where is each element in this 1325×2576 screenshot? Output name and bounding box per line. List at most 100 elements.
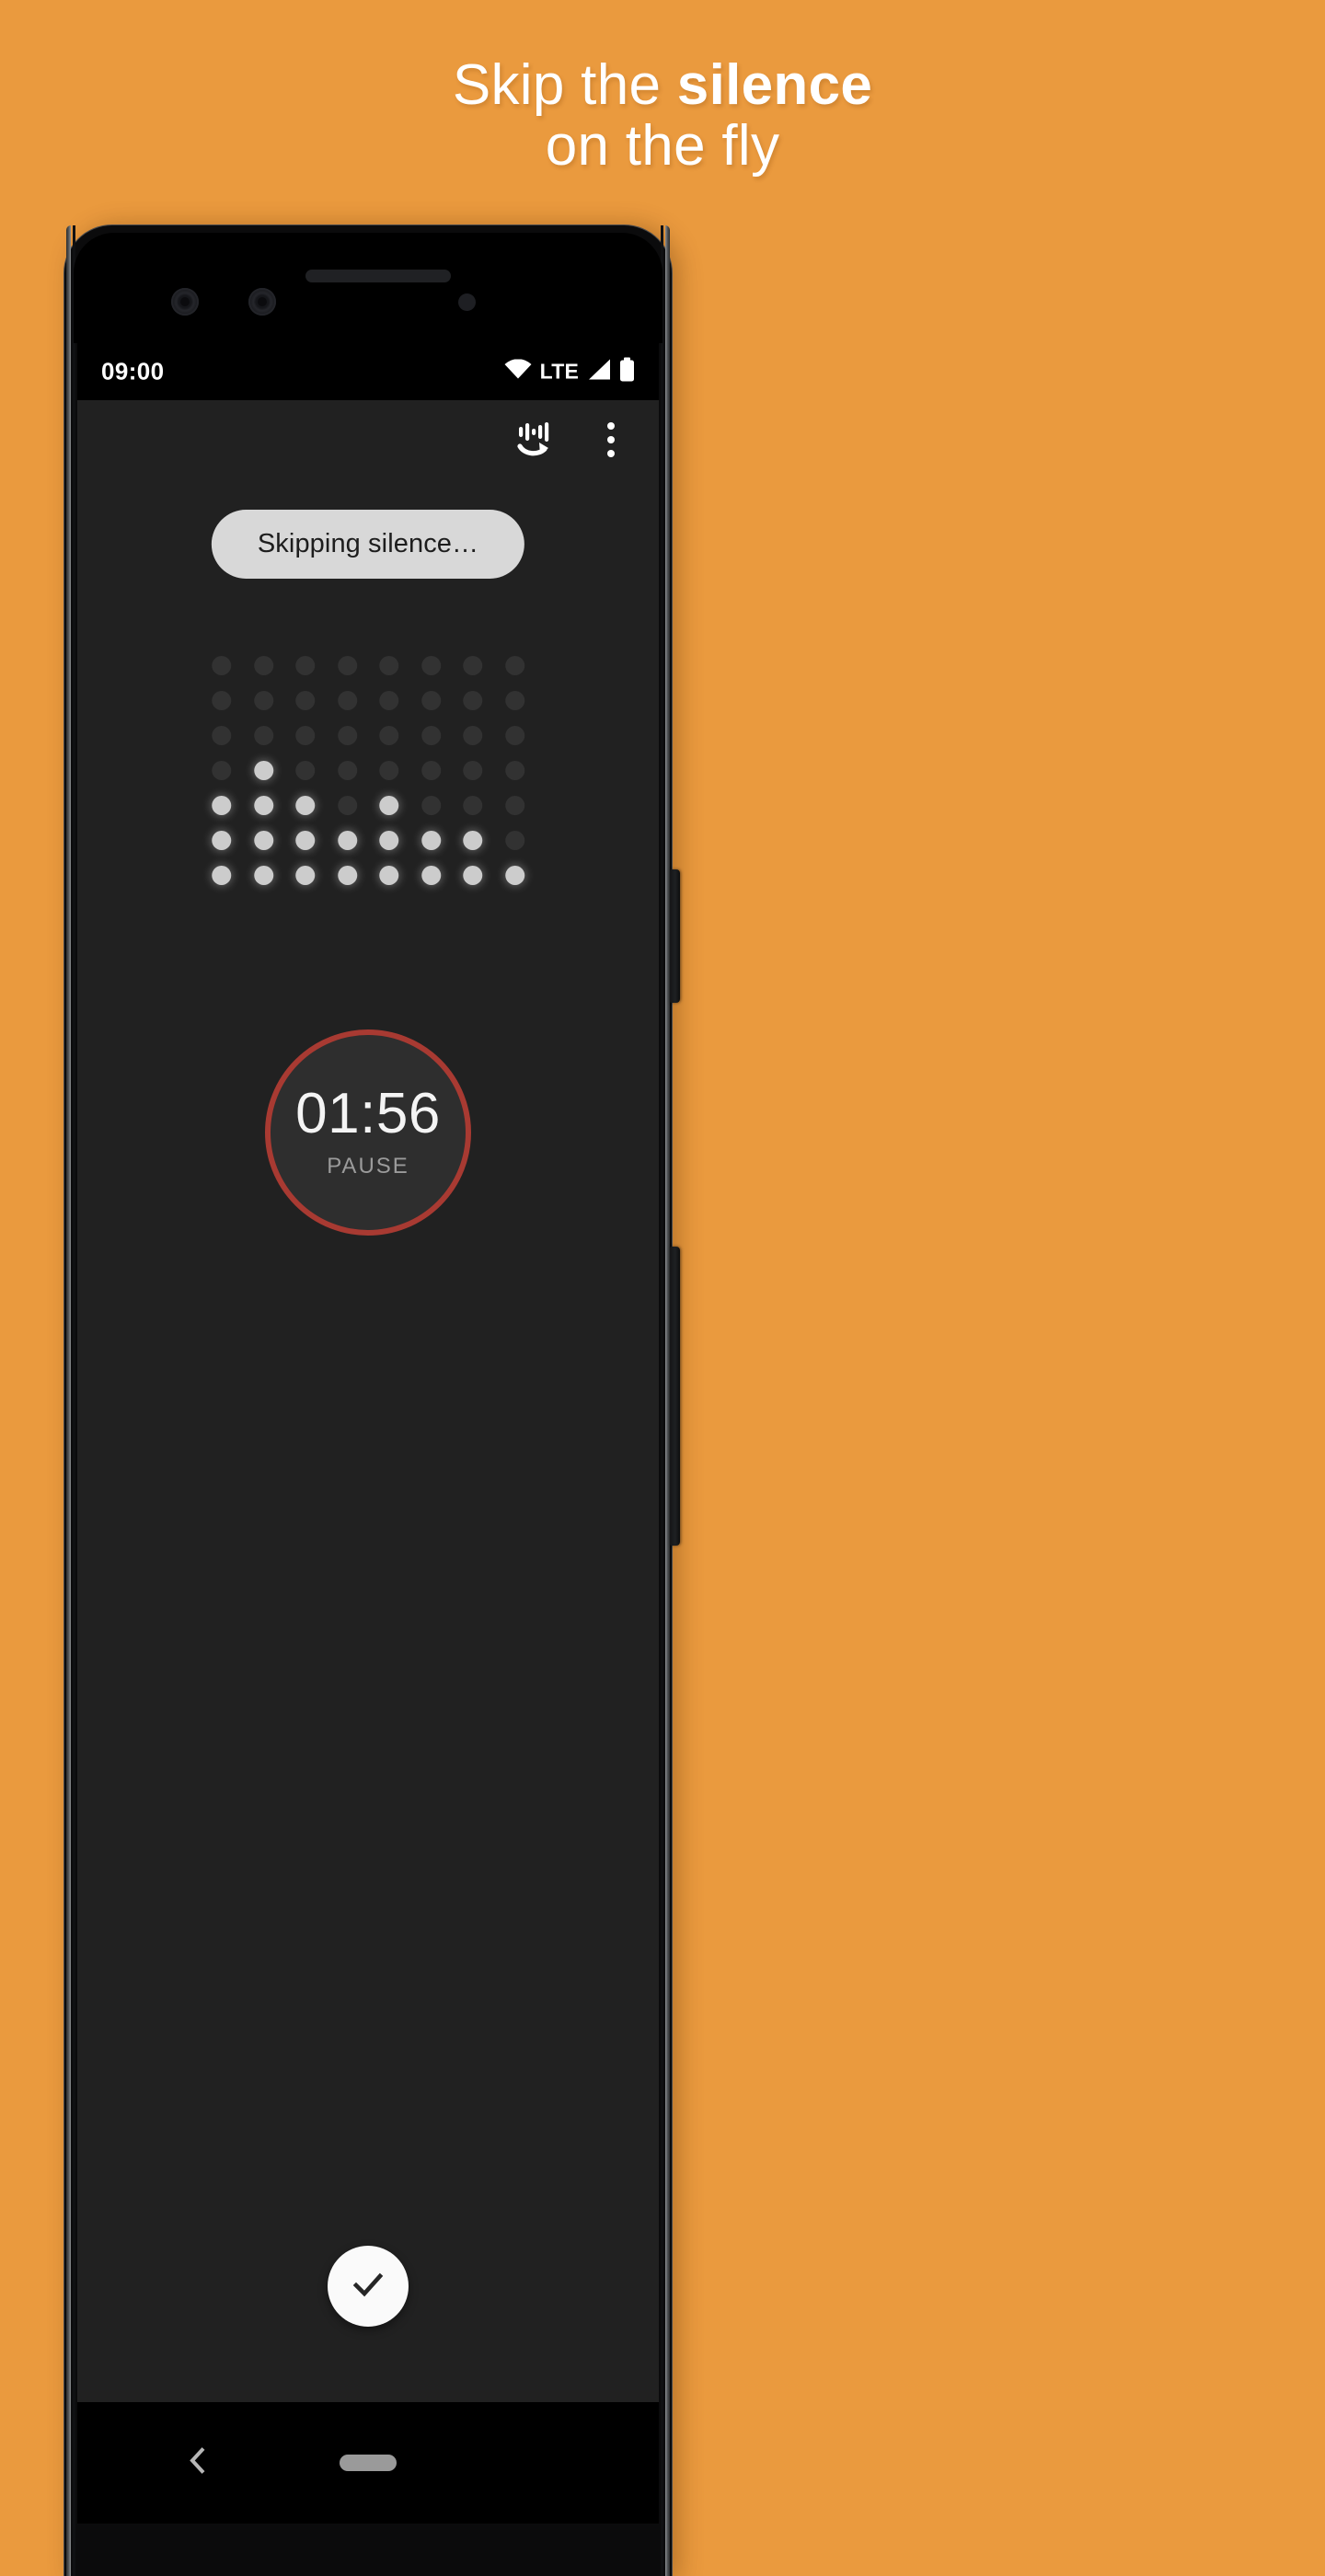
visualizer-dot bbox=[212, 691, 232, 710]
visualizer-dot bbox=[379, 831, 399, 850]
audio-level-visualizer bbox=[212, 656, 524, 885]
record-timer-button[interactable]: 01:56 PAUSE bbox=[265, 1029, 471, 1236]
visualizer-dot bbox=[463, 796, 483, 815]
home-pill-icon[interactable] bbox=[340, 2455, 397, 2471]
visualizer-dot bbox=[253, 866, 273, 885]
visualizer-dot bbox=[337, 656, 357, 675]
phone-top-bezel bbox=[74, 233, 662, 343]
earpiece-speaker bbox=[305, 270, 451, 282]
visualizer-dot bbox=[295, 796, 316, 815]
visualizer-dot bbox=[212, 866, 232, 885]
visualizer-dot bbox=[379, 656, 399, 675]
visualizer-dot bbox=[379, 761, 399, 780]
visualizer-column bbox=[253, 656, 273, 885]
visualizer-dot bbox=[463, 726, 483, 745]
visualizer-dot bbox=[504, 656, 524, 675]
headline-line-1: Skip the silence bbox=[0, 53, 1325, 117]
visualizer-dot bbox=[504, 796, 524, 815]
volume-button[interactable] bbox=[670, 1247, 680, 1546]
visualizer-dot bbox=[504, 866, 524, 885]
visualizer-dot bbox=[337, 726, 357, 745]
phone-frame-left-edge bbox=[66, 225, 71, 2576]
visualizer-dot bbox=[421, 691, 441, 710]
status-chip: Skipping silence… bbox=[211, 510, 525, 579]
phone-screen: 09:00 LTE Skipping silence… 01:56 PAUSE bbox=[77, 343, 659, 2524]
visualizer-dot bbox=[504, 691, 524, 710]
visualizer-dot bbox=[504, 831, 524, 850]
visualizer-dot bbox=[379, 726, 399, 745]
visualizer-dot bbox=[463, 691, 483, 710]
visualizer-dot bbox=[253, 831, 273, 850]
wifi-icon bbox=[504, 359, 532, 385]
phone-frame-inner-right bbox=[661, 225, 663, 2576]
visualizer-column bbox=[421, 656, 441, 885]
proximity-sensor-icon bbox=[458, 293, 476, 311]
status-bar-icons: LTE bbox=[504, 357, 635, 386]
status-bar-clock: 09:00 bbox=[101, 357, 165, 385]
visualizer-dot bbox=[421, 656, 441, 675]
visualizer-dot bbox=[212, 796, 232, 815]
visualizer-dot bbox=[463, 831, 483, 850]
visualizer-dot bbox=[295, 831, 316, 850]
visualizer-dot bbox=[295, 866, 316, 885]
visualizer-dot bbox=[295, 691, 316, 710]
visualizer-dot bbox=[463, 866, 483, 885]
visualizer-dot bbox=[253, 691, 273, 710]
visualizer-dot bbox=[379, 796, 399, 815]
visualizer-dot bbox=[337, 866, 357, 885]
phone-mockup: 09:00 LTE Skipping silence… 01:56 PAUSE bbox=[64, 225, 680, 2576]
visualizer-dot bbox=[421, 796, 441, 815]
recorder-app-screen: Skipping silence… 01:56 PAUSE bbox=[77, 400, 659, 2402]
visualizer-column bbox=[295, 656, 316, 885]
front-camera-secondary-icon bbox=[248, 288, 276, 316]
network-type-label: LTE bbox=[539, 359, 579, 384]
power-button[interactable] bbox=[670, 869, 680, 1003]
visualizer-dot bbox=[337, 761, 357, 780]
visualizer-dot bbox=[212, 831, 232, 850]
status-bar: 09:00 LTE bbox=[77, 343, 659, 400]
visualizer-dot bbox=[253, 656, 273, 675]
check-icon bbox=[349, 2265, 387, 2308]
visualizer-dot bbox=[463, 761, 483, 780]
visualizer-dot bbox=[337, 831, 357, 850]
visualizer-dot bbox=[504, 726, 524, 745]
headline-text-plain: Skip the bbox=[452, 53, 677, 117]
visualizer-dot bbox=[504, 761, 524, 780]
visualizer-column bbox=[212, 656, 232, 885]
app-toolbar bbox=[77, 400, 659, 479]
confirm-recording-button[interactable] bbox=[328, 2246, 409, 2327]
android-nav-bar bbox=[77, 2402, 659, 2524]
visualizer-dot bbox=[295, 656, 316, 675]
visualizer-dot bbox=[421, 866, 441, 885]
visualizer-dot bbox=[421, 831, 441, 850]
overflow-menu-icon[interactable] bbox=[585, 414, 637, 466]
visualizer-dot bbox=[212, 761, 232, 780]
visualizer-dot bbox=[337, 796, 357, 815]
back-chevron-icon[interactable] bbox=[186, 2445, 210, 2481]
elapsed-time: 01:56 bbox=[295, 1082, 441, 1145]
timer-action-label: PAUSE bbox=[327, 1154, 409, 1179]
promo-headline: Skip the silence on the fly bbox=[0, 53, 1325, 178]
visualizer-dot bbox=[337, 691, 357, 710]
visualizer-column bbox=[504, 656, 524, 885]
visualizer-dot bbox=[421, 761, 441, 780]
front-camera-icon bbox=[171, 288, 199, 316]
promo-screenshot: Skip the silence on the fly 09:00 LTE Sk… bbox=[0, 0, 1325, 2576]
battery-icon bbox=[619, 357, 635, 386]
visualizer-dot bbox=[295, 726, 316, 745]
skip-silence-icon[interactable] bbox=[510, 414, 561, 466]
visualizer-dot bbox=[463, 656, 483, 675]
visualizer-dot bbox=[379, 866, 399, 885]
visualizer-dot bbox=[295, 761, 316, 780]
visualizer-column bbox=[463, 656, 483, 885]
headline-text-bold: silence bbox=[676, 53, 873, 117]
visualizer-dot bbox=[379, 691, 399, 710]
visualizer-dot bbox=[421, 726, 441, 745]
visualizer-column bbox=[337, 656, 357, 885]
signal-icon bbox=[587, 359, 611, 385]
phone-frame-inner-left bbox=[73, 225, 75, 2576]
visualizer-dot bbox=[212, 656, 232, 675]
visualizer-column bbox=[379, 656, 399, 885]
visualizer-dot bbox=[253, 796, 273, 815]
visualizer-dot bbox=[253, 726, 273, 745]
